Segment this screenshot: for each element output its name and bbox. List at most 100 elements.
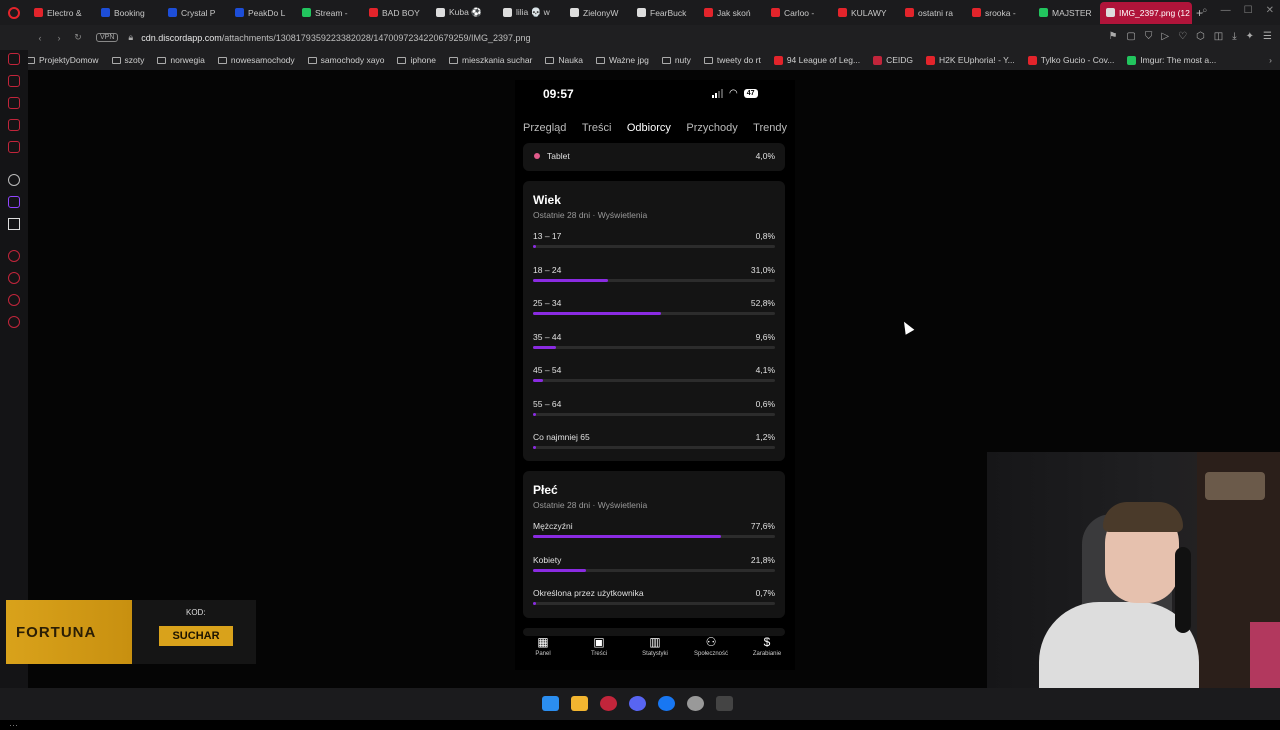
- extensions-icon[interactable]: ⬡: [1196, 31, 1205, 42]
- bookmark-h2k-euphoria-y[interactable]: H2K EUphoria! - Y...: [926, 55, 1015, 65]
- sidebar-clock-icon[interactable]: [8, 272, 20, 284]
- bookmark-nuty[interactable]: nuty: [661, 55, 691, 65]
- row-label: 18 – 24: [533, 264, 562, 275]
- sidebar-player-icon[interactable]: [8, 250, 20, 262]
- nav-statystyki[interactable]: ▥ Statystyki: [630, 636, 680, 670]
- reload-icon[interactable]: ↻: [70, 32, 86, 43]
- browser-tab-zielonyw[interactable]: ZielonyW: [564, 2, 631, 24]
- tab-label: Booking: [114, 7, 145, 18]
- opera-taskbar-icon[interactable]: [600, 696, 617, 711]
- browser-tab-jak-skon[interactable]: Jak skoń: [698, 2, 765, 24]
- nav-zarabianie[interactable]: $ Zarabianie: [742, 636, 792, 670]
- tab-label: Jak skoń: [717, 7, 751, 18]
- bookmark-iphone[interactable]: iphone: [397, 55, 436, 65]
- bookmark-icon[interactable]: ⚑: [1108, 31, 1117, 42]
- browser-tab-electro[interactable]: Electro &: [28, 2, 95, 24]
- bookmark-94-league-of-leg[interactable]: 94 League of Leg...: [773, 55, 860, 65]
- url-field[interactable]: cdn.discordapp.com/attachments/130817935…: [141, 33, 530, 43]
- bookmark-szoty[interactable]: szoty: [111, 55, 145, 65]
- bookmark-nowesamochody[interactable]: nowesamochody: [217, 55, 295, 65]
- community-icon: ⚇: [705, 635, 717, 649]
- vpn-badge[interactable]: VPN: [96, 33, 119, 42]
- nav-spo-ecznos-c[interactable]: ⚇ Społeczność: [686, 636, 736, 670]
- bookmark-samochody-xayo[interactable]: samochody xayo: [307, 55, 385, 65]
- close-window-icon[interactable]: ✕: [1266, 5, 1274, 16]
- bookmark-imgur-the-most-a[interactable]: Imgur: The most a...: [1127, 55, 1216, 65]
- bookmark-label: szoty: [124, 55, 145, 65]
- windows-start-icon[interactable]: [542, 696, 559, 711]
- bookmark-mieszkania-suchar[interactable]: mieszkania suchar: [449, 55, 532, 65]
- sidebar-twitch-icon[interactable]: [8, 196, 20, 208]
- sidebar-gmail-icon[interactable]: [8, 141, 20, 153]
- back-icon[interactable]: ‹: [32, 33, 48, 43]
- heart-icon[interactable]: ♡: [1178, 31, 1187, 42]
- window-controls: ⌕ — ☐ ✕: [1202, 5, 1274, 16]
- wallet-icon[interactable]: ◫: [1214, 31, 1223, 42]
- bookmark-norwegia[interactable]: norwegia: [157, 55, 205, 65]
- browser-tab-srooka[interactable]: srooka -: [966, 2, 1033, 24]
- bookmark-tylko-gucio-cov[interactable]: Tylko Gucio - Cov...: [1027, 55, 1114, 65]
- sidebar-aria-icon[interactable]: [8, 97, 20, 109]
- maximize-icon[interactable]: ☐: [1244, 5, 1253, 16]
- bookmark-label: CEIDG: [886, 55, 914, 65]
- browser-tab-lilia-w[interactable]: lilia 💀 w: [497, 2, 564, 24]
- sidebar-pinboard-icon[interactable]: [8, 294, 20, 306]
- sidebar-more-icon[interactable]: ···: [9, 720, 18, 730]
- play-icon[interactable]: ▷: [1161, 31, 1169, 42]
- forward-icon[interactable]: ›: [51, 33, 67, 43]
- sidebar-messenger-icon[interactable]: [8, 53, 20, 65]
- progress-fill: [533, 278, 609, 282]
- browser-tab-bad-boy[interactable]: BAD BOY: [363, 2, 430, 24]
- steam-taskbar-icon[interactable]: [687, 696, 704, 711]
- nav-label: Panel: [535, 651, 551, 657]
- sponsor-brand: FORTUNA: [16, 624, 97, 641]
- nav-tres-ci[interactable]: ▣ Treści: [574, 636, 624, 670]
- bookmark-ceidg[interactable]: CEIDG: [873, 55, 913, 65]
- browser-tab-peakdo-l[interactable]: PeakDo L: [229, 2, 296, 24]
- facebook-taskbar-icon[interactable]: [658, 696, 675, 711]
- browser-tab-fearbuck[interactable]: FearBuck: [631, 2, 698, 24]
- nav-label: Statystyki: [642, 651, 668, 657]
- search-tabs-icon[interactable]: ⌕: [1202, 5, 1208, 16]
- shield-icon[interactable]: ⛉: [1145, 31, 1153, 42]
- opera-logo-icon[interactable]: [0, 0, 28, 25]
- browser-tab-kuba[interactable]: Kuba ⚽: [430, 2, 497, 24]
- bookmark-tweety-do-rt[interactable]: tweety do rt: [703, 55, 761, 65]
- browser-tab-booking[interactable]: Booking: [95, 2, 162, 24]
- progress-fill: [533, 535, 721, 538]
- browser-tab-ostatni-ra[interactable]: ostatni ra: [899, 2, 966, 24]
- ai-icon[interactable]: ✦: [1246, 31, 1254, 42]
- bookmark-waz-ne-jpg[interactable]: Ważne jpg: [595, 55, 649, 65]
- terminal-taskbar-icon[interactable]: [716, 696, 733, 711]
- snapshot-icon[interactable]: ▢: [1126, 31, 1135, 42]
- browser-tab-majster[interactable]: MAJSTER: [1033, 2, 1100, 24]
- sidebar-settings-icon[interactable]: [8, 316, 20, 328]
- bookmark-nauka[interactable]: Nauka: [545, 55, 583, 65]
- browser-tab-img-2397-png-12[interactable]: IMG_2397.png (12: [1100, 1, 1192, 24]
- gender-card-subtitle: Ostatnie 28 dni · Wyświetlenia: [533, 500, 648, 510]
- browser-tab-carloo[interactable]: Carloo -: [765, 2, 832, 24]
- lock-icon[interactable]: 🔒︎: [128, 32, 133, 43]
- browser-tab-stream[interactable]: Stream -: [296, 2, 363, 24]
- download-icon[interactable]: ⤓: [1232, 31, 1236, 42]
- browser-tab-kulawy[interactable]: KULAWY: [832, 2, 899, 24]
- bookmarks-more-icon[interactable]: ›: [1269, 55, 1272, 65]
- progress-track: [533, 446, 775, 449]
- discord-taskbar-icon[interactable]: [629, 696, 646, 711]
- sidebar-history-icon[interactable]: [8, 75, 20, 87]
- sidebar-x-icon[interactable]: [8, 218, 20, 230]
- sidebar-chatgpt-icon[interactable]: [8, 174, 20, 186]
- nav-panel[interactable]: ▦ Panel: [518, 636, 568, 670]
- bookmark-label: samochody xayo: [320, 55, 385, 65]
- sidebar-games-icon[interactable]: [8, 119, 20, 131]
- address-bar: ‹ › ↻ VPN 🔒︎ cdn.discordapp.com/attachme…: [0, 25, 1280, 50]
- folder-icon: [703, 56, 713, 64]
- minimize-icon[interactable]: —: [1221, 5, 1231, 16]
- bookmark-projektydomow[interactable]: ProjektyDomow: [26, 55, 99, 65]
- progress-track: [533, 379, 775, 382]
- browser-tab-crystal-p[interactable]: Crystal P: [162, 2, 229, 24]
- menu-icon[interactable]: ☰: [1263, 31, 1272, 42]
- progress-fill: [533, 345, 557, 349]
- tab-favicon-icon: [771, 8, 780, 17]
- file-explorer-icon[interactable]: [571, 696, 588, 711]
